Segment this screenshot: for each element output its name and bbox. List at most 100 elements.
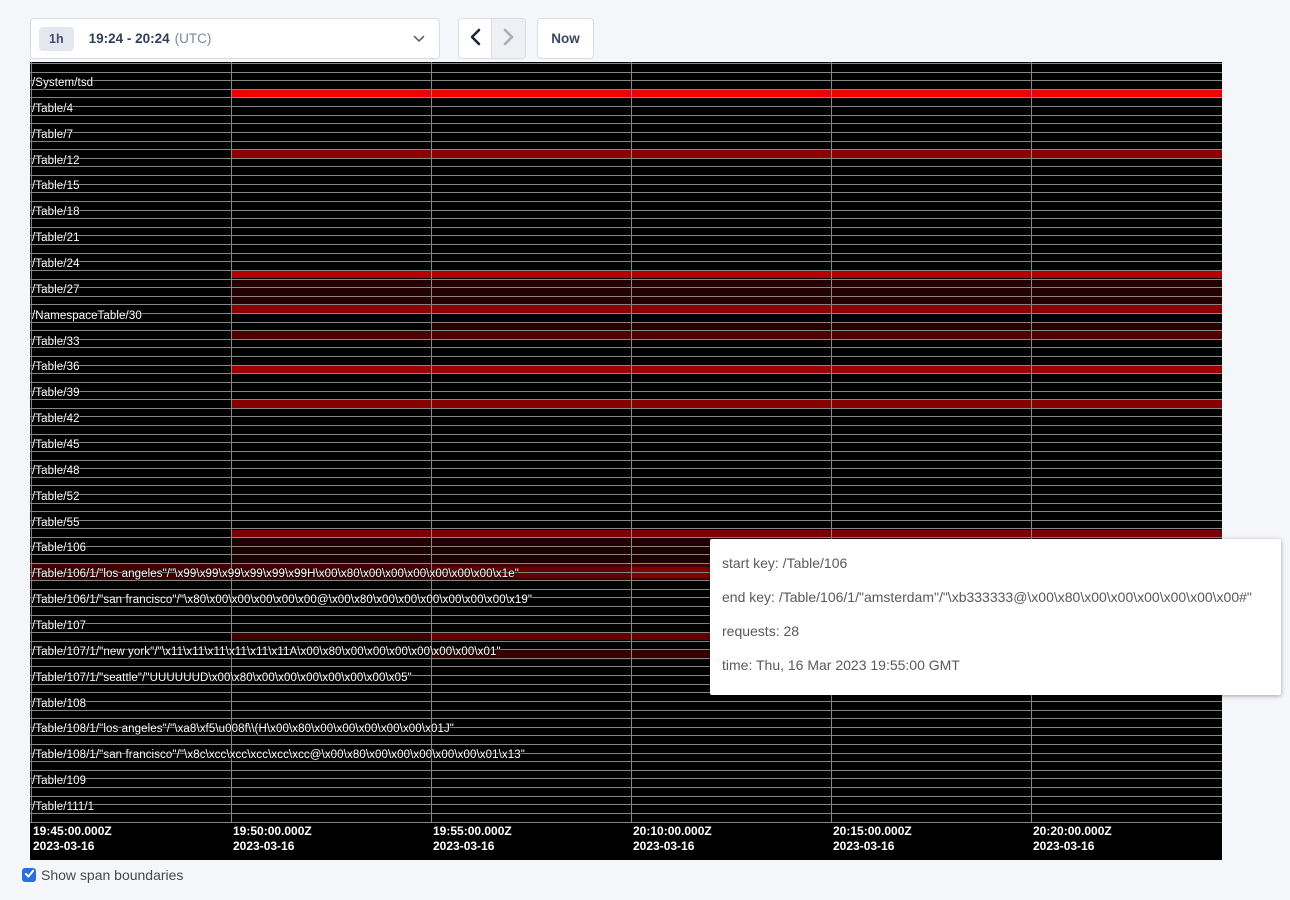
heat-band	[232, 366, 1222, 374]
span-label: /Table/109	[32, 775, 86, 787]
span-boundary-line	[30, 184, 1222, 185]
span-boundary-line	[30, 279, 1222, 280]
key-visualizer-canvas[interactable]: /System/tsd/Table/4/Table/7/Table/12/Tab…	[30, 62, 1222, 860]
heat-band	[232, 331, 1222, 339]
span-boundary-line	[30, 330, 1222, 331]
time-range-selector[interactable]: 1h 19:24 - 20:24 (UTC)	[30, 18, 440, 59]
checkmark-icon	[24, 866, 35, 884]
span-boundary-line	[30, 356, 1222, 357]
span-boundary-line	[30, 442, 1222, 443]
span-boundary-line	[30, 365, 1222, 366]
time-axis-label: 20:15:00.000Z2023-03-16	[833, 824, 912, 854]
chevron-down-icon	[413, 35, 425, 43]
span-boundary-line	[30, 408, 1222, 409]
span-boundary-line	[30, 253, 1222, 254]
prev-time-button[interactable]	[459, 19, 492, 58]
span-boundary-line	[30, 210, 1222, 211]
heat-band	[232, 400, 1222, 408]
chevron-right-icon	[503, 28, 514, 49]
span-boundary-line	[30, 313, 1222, 314]
footer: Show span boundaries	[22, 867, 183, 883]
time-gridline	[1031, 62, 1032, 822]
tooltip-start-key: start key: /Table/106	[722, 546, 1269, 580]
span-boundary-line	[30, 787, 1222, 788]
time-axis-label: 20:10:00.000Z2023-03-16	[633, 824, 712, 854]
span-boundary-line	[30, 434, 1222, 435]
span-label: /Table/106	[32, 542, 86, 554]
span-boundary-line	[30, 201, 1222, 202]
span-label: /Table/12	[32, 155, 80, 167]
span-boundary-line	[30, 115, 1222, 116]
show-span-boundaries-label: Show span boundaries	[41, 867, 183, 883]
span-boundary-line	[30, 235, 1222, 236]
toolbar: 1h 19:24 - 20:24 (UTC) Now	[30, 18, 594, 59]
span-boundary-line	[30, 80, 1222, 81]
span-boundary-line	[30, 97, 1222, 98]
span-label: /Table/52	[32, 491, 80, 503]
heat-band	[232, 530, 1222, 538]
span-boundary-line	[30, 778, 1222, 779]
span-label: /Table/36	[32, 361, 80, 373]
span-label: /Table/45	[32, 439, 80, 451]
span-boundary-line	[30, 63, 1222, 64]
span-boundary-line	[30, 451, 1222, 452]
span-label: /Table/21	[32, 232, 80, 244]
heat-band	[232, 90, 1222, 98]
span-label: /Table/55	[32, 517, 80, 529]
span-boundary-line	[30, 701, 1222, 702]
span-boundary-line	[30, 770, 1222, 771]
span-boundary-line	[30, 744, 1222, 745]
span-boundary-line	[30, 175, 1222, 176]
span-label: /Table/107/1/"seattle"/"UUUUUUD\x00\x80\…	[32, 672, 412, 684]
now-button[interactable]: Now	[537, 18, 594, 59]
span-label: /Table/108/1/"san francisco"/"\x8c\xcc\x…	[32, 749, 525, 761]
span-label: /System/tsd	[32, 77, 93, 89]
span-label: /Table/107	[32, 620, 86, 632]
span-label: /Table/108/1/"los angeles"/"\xa8\xf5\u00…	[32, 723, 454, 735]
span-boundary-line	[30, 296, 1222, 297]
span-boundary-line	[30, 287, 1222, 288]
span-boundary-line	[30, 399, 1222, 400]
span-boundary-line	[30, 494, 1222, 495]
time-gridline	[431, 62, 432, 822]
span-boundary-line	[30, 304, 1222, 305]
span-boundary-line	[30, 227, 1222, 228]
show-span-boundaries-checkbox[interactable]	[22, 868, 36, 882]
heat-band	[432, 323, 1222, 331]
span-boundary-line	[30, 710, 1222, 711]
time-nav-group	[458, 18, 526, 59]
span-label: /Table/111/1	[32, 801, 94, 813]
heat-band	[232, 150, 1222, 158]
span-tooltip: start key: /Table/106 end key: /Table/10…	[710, 539, 1281, 695]
span-boundary-line	[30, 528, 1222, 529]
span-boundary-line	[30, 322, 1222, 323]
heat-band	[232, 305, 1222, 313]
span-boundary-line	[30, 106, 1222, 107]
span-boundary-line	[30, 339, 1222, 340]
span-boundary-line	[30, 503, 1222, 504]
span-boundary-line	[30, 761, 1222, 762]
span-boundary-line	[30, 485, 1222, 486]
span-label: /Table/106/1/"san francisco"/"\x80\x00\x…	[32, 594, 532, 606]
span-label: /Table/107/1/"new york"/"\x11\x11\x11\x1…	[32, 646, 501, 658]
span-boundary-line	[30, 477, 1222, 478]
time-gridline	[231, 62, 232, 822]
span-label: /Table/39	[32, 387, 80, 399]
span-label: /Table/106/1/"los angeles"/"\x99\x99\x99…	[32, 568, 519, 580]
span-label: /NamespaceTable/30	[32, 310, 142, 322]
span-label: /Table/42	[32, 413, 80, 425]
span-boundary-line	[30, 813, 1222, 814]
span-boundary-line	[30, 468, 1222, 469]
span-boundary-line	[30, 123, 1222, 124]
span-label: /Table/27	[32, 284, 80, 296]
span-label: /Table/18	[32, 206, 80, 218]
span-boundary-line	[30, 718, 1222, 719]
span-boundary-line	[30, 460, 1222, 461]
next-time-button[interactable]	[492, 19, 525, 58]
span-boundary-line	[30, 520, 1222, 521]
span-label: /Table/4	[32, 103, 73, 115]
time-axis-label: 19:50:00.000Z2023-03-16	[233, 824, 312, 854]
span-boundary-line	[30, 270, 1222, 271]
span-boundary-line	[30, 149, 1222, 150]
span-boundary-line	[30, 537, 1222, 538]
